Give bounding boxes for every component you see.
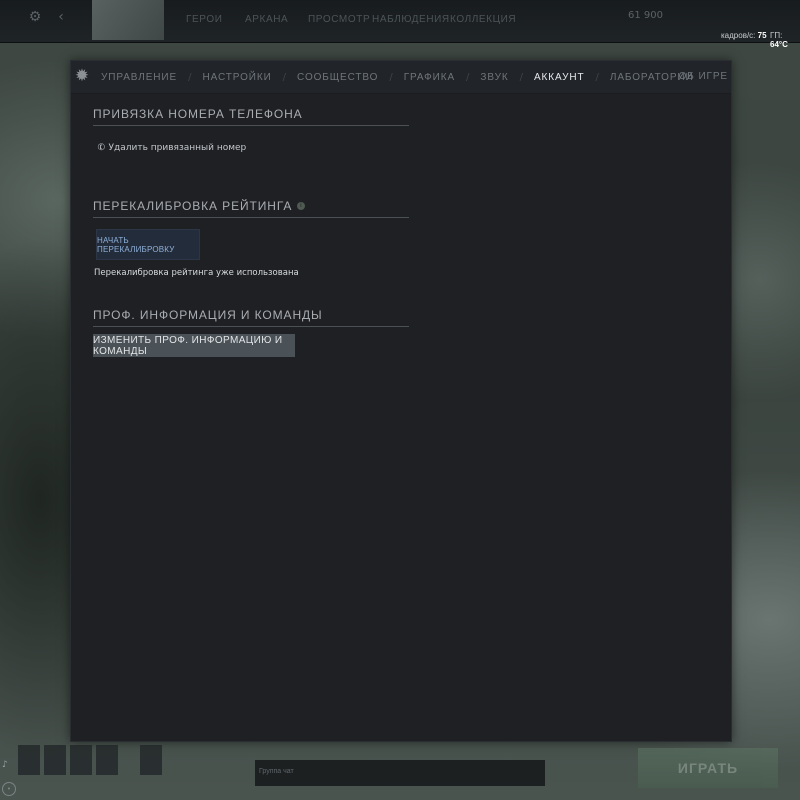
party-slot[interactable] — [96, 745, 118, 775]
chat-text: Группа чат — [259, 768, 294, 775]
back-icon[interactable]: ‹ — [52, 8, 70, 26]
fps-label: кадров/с: — [721, 31, 756, 40]
phone-icon: ✆ — [96, 142, 108, 154]
settings-tabs: УПРАВЛЕНИЕ / НАСТРОЙКИ / СООБЩЕСТВО / ГР… — [101, 61, 694, 93]
top-nav-spectate[interactable]: НАБЛЮДЕНИЯ — [372, 14, 450, 25]
fps-value: 75 — [757, 31, 767, 40]
tab-graphics[interactable]: ГРАФИКА — [404, 72, 455, 83]
settings-gear-icon: ✹ — [74, 66, 90, 86]
tab-account[interactable]: АККАУНТ — [534, 72, 585, 83]
pro-info-section-title: ПРОФ. ИНФОРМАЦИЯ И КОМАНДЫ — [93, 308, 409, 327]
tab-options[interactable]: НАСТРОЙКИ — [202, 72, 271, 83]
currency-amount: 61 900 — [628, 10, 663, 21]
recalibration-used-note: Перекалибровка рейтинга уже использована — [94, 268, 299, 278]
recalibration-title-text: ПЕРЕКАЛИБРОВКА РЕЙТИНГА — [93, 199, 293, 213]
tab-separator: / — [282, 71, 287, 83]
fps-readout: кадров/с: 75 — [721, 31, 767, 40]
edit-pro-info-button[interactable]: ИЗМЕНИТЬ ПРОФ. ИНФОРМАЦИЮ И КОМАНДЫ — [93, 334, 295, 357]
mic-icon[interactable]: ♪ — [2, 760, 12, 774]
phone-section-title-text: ПРИВЯЗКА НОМЕРА ТЕЛЕФОНА — [93, 107, 303, 121]
tab-separator: / — [389, 71, 393, 83]
top-nav-arcana[interactable]: АРКАНА — [245, 14, 288, 25]
settings-tab-bar: ✹ УПРАВЛЕНИЕ / НАСТРОЙКИ / СООБЩЕСТВО / … — [71, 61, 731, 94]
tab-separator: / — [188, 71, 192, 83]
status-icon[interactable]: • — [2, 782, 16, 796]
tab-separator: / — [519, 71, 523, 83]
settings-panel: ✹ УПРАВЛЕНИЕ / НАСТРОЙКИ / СООБЩЕСТВО / … — [70, 60, 732, 742]
tab-separator: / — [466, 71, 470, 83]
gpu-label: ГП: — [770, 31, 783, 40]
play-button[interactable]: ИГРАТЬ — [638, 748, 778, 788]
recalibration-section-title: ПЕРЕКАЛИБРОВКА РЕЙТИНГА i — [93, 199, 409, 218]
tab-community[interactable]: СООБЩЕСТВО — [297, 72, 378, 83]
remove-phone-label[interactable]: Удалить привязанный номер — [109, 143, 247, 153]
top-nav-watch[interactable]: ПРОСМОТР — [308, 14, 370, 25]
start-recalibration-button[interactable]: НАЧАТЬ ПЕРЕКАЛИБРОВКУ — [96, 229, 200, 260]
top-nav-heroes[interactable]: ГЕРОИ — [186, 14, 223, 25]
top-nav-collection[interactable]: КОЛЛЕКЦИЯ — [450, 14, 516, 25]
chat-box[interactable] — [255, 760, 545, 786]
remove-phone-link[interactable]: ✆ Удалить привязанный номер — [96, 142, 247, 154]
hero-portrait[interactable] — [92, 0, 164, 40]
tab-audio[interactable]: ЗВУК — [480, 72, 508, 83]
party-slot[interactable] — [44, 745, 66, 775]
party-slot[interactable] — [70, 745, 92, 775]
settings-icon[interactable]: ⚙ — [26, 8, 44, 26]
gpu-value: 64°C — [770, 40, 788, 49]
phone-section-title: ПРИВЯЗКА НОМЕРА ТЕЛЕФОНА — [93, 107, 409, 126]
tab-controls[interactable]: УПРАВЛЕНИЕ — [101, 72, 177, 83]
party-slot[interactable] — [140, 745, 162, 775]
tab-about[interactable]: ОБ ИГРЕ — [679, 71, 728, 82]
tab-separator: / — [595, 71, 599, 83]
pro-info-title-text: ПРОФ. ИНФОРМАЦИЯ И КОМАНДЫ — [93, 308, 323, 322]
party-slot[interactable] — [18, 745, 40, 775]
gpu-readout: ГП: 64°C — [770, 31, 800, 49]
info-icon[interactable]: i — [297, 202, 306, 210]
top-bar: ⚙ ‹ ГЕРОИ АРКАНА ПРОСМОТР НАБЛЮДЕНИЯ КОЛ… — [0, 0, 800, 49]
